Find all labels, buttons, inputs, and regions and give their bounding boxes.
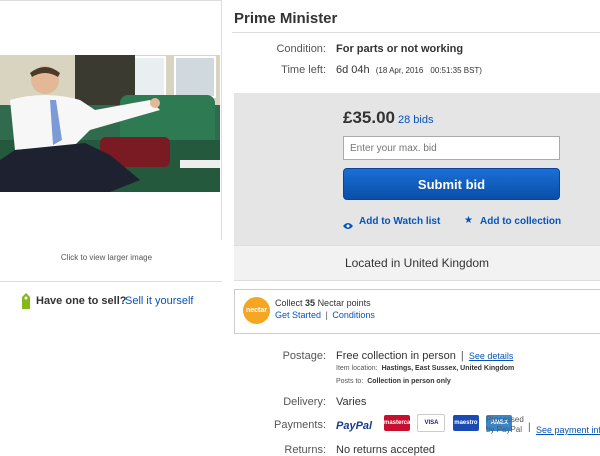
- delivery-value: Varies: [336, 396, 367, 408]
- visa-icon: VISA: [417, 414, 446, 432]
- bid-count-link[interactable]: 28 bids: [398, 114, 433, 126]
- postage-label: Postage:: [282, 350, 326, 362]
- nectar-links: Get Started | Conditions: [275, 310, 375, 320]
- get-started-link[interactable]: Get Started: [275, 310, 321, 320]
- postage-value: Free collection in person | See details: [336, 350, 514, 362]
- sell-it-yourself-link[interactable]: Sell it yourself: [125, 295, 193, 307]
- page-title: Prime Minister: [234, 10, 338, 27]
- item-location-banner: Located in United Kingdom: [234, 245, 600, 281]
- paypal-logo: PayPal: [336, 420, 373, 432]
- submit-bid-button[interactable]: Submit bid: [343, 168, 560, 200]
- condition-value: For parts or not working: [336, 43, 464, 55]
- item-photo[interactable]: [0, 55, 220, 192]
- add-to-watch-list-link[interactable]: Add to Watch list: [359, 216, 440, 227]
- max-bid-input[interactable]: [343, 136, 560, 160]
- condition-label: Condition:: [276, 43, 326, 55]
- posts-to-line: Posts to: Collection in person only: [336, 378, 451, 385]
- conditions-link[interactable]: Conditions: [332, 310, 375, 320]
- nectar-collect-text: Collect 35 Nectar points: [275, 298, 371, 308]
- maestro-icon: maestro: [452, 415, 479, 431]
- current-price: £35.00: [343, 108, 395, 127]
- item-location-line: Item location: Hastings, East Sussex, Un…: [336, 365, 515, 372]
- end-time: 00:51:35 BST): [430, 66, 482, 75]
- time-left-label: Time left:: [281, 64, 326, 76]
- processed-by-paypal: Processed by PayPal: [486, 415, 524, 434]
- have-one-to-sell-text: Have one to sell?: [36, 295, 127, 307]
- star-icon: ★: [464, 215, 473, 226]
- title-divider: [232, 32, 600, 33]
- nectar-logo: nectar: [243, 297, 270, 324]
- sell-divider: [0, 281, 222, 282]
- eye-icon: [343, 217, 353, 235]
- mastercard-icon: mastercard: [384, 415, 416, 431]
- returns-value: No returns accepted: [336, 444, 436, 456]
- payments-label: Payments:: [274, 419, 326, 431]
- see-details-link[interactable]: See details: [469, 351, 514, 361]
- image-panel-border: [221, 0, 222, 240]
- tag-icon: [20, 293, 32, 314]
- delivery-label: Delivery:: [283, 396, 326, 408]
- end-date: (18 Apr, 2016: [375, 66, 424, 75]
- view-larger-caption[interactable]: Click to view larger image: [0, 253, 213, 262]
- add-to-collection-link[interactable]: Add to collection: [480, 216, 561, 227]
- returns-label: Returns:: [284, 444, 326, 456]
- top-border-left: [0, 0, 222, 1]
- time-left-remaining: 6d 04h: [336, 64, 370, 76]
- time-left-value: 6d 04h (18 Apr, 2016 00:51:35 BST): [336, 64, 482, 76]
- nectar-points: 35: [305, 298, 316, 308]
- see-payment-info-link[interactable]: See payment inf: [536, 425, 600, 435]
